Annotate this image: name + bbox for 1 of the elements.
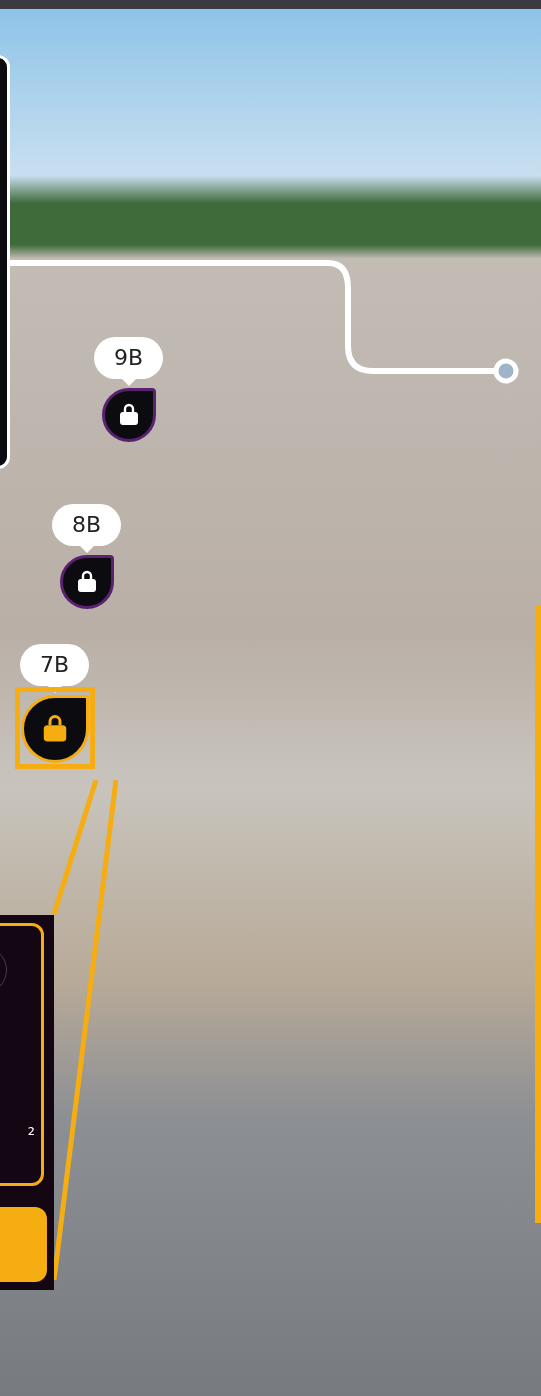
area-unit: ²: [27, 1124, 35, 1145]
